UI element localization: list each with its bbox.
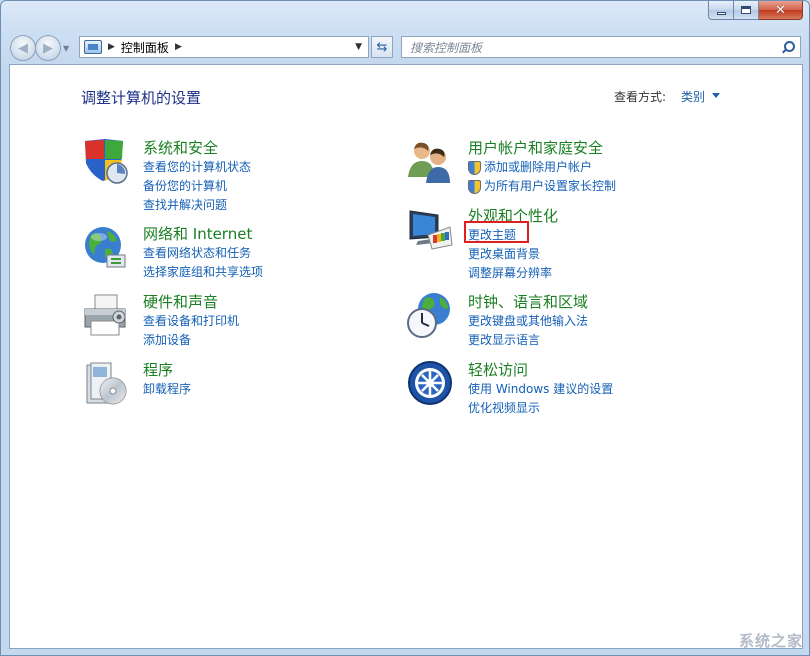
category-title[interactable]: 时钟、语言和区域 bbox=[468, 291, 588, 312]
control-panel-window: ✕ ◀ ▶ ▼ ▶ 控制面板 ▶ ▼ ⇆ 搜索控制面板 调整计算机的设置 查看方… bbox=[0, 0, 810, 656]
caption-buttons: ✕ bbox=[708, 1, 803, 20]
link-troubleshoot[interactable]: 查找并解决问题 bbox=[143, 196, 251, 215]
page-title: 调整计算机的设置 bbox=[81, 89, 202, 107]
link-change-input-method[interactable]: 更改键盘或其他输入法 bbox=[468, 312, 588, 331]
link-screen-resolution[interactable]: 调整屏幕分辨率 bbox=[468, 264, 552, 283]
link-label: 为所有用户设置家长控制 bbox=[484, 179, 617, 193]
search-box[interactable]: 搜索控制面板 bbox=[401, 36, 801, 58]
back-button[interactable]: ◀ bbox=[10, 35, 36, 61]
forward-button[interactable]: ▶ bbox=[35, 35, 61, 61]
maximize-icon bbox=[741, 6, 751, 14]
link-parental-controls[interactable]: 为所有用户设置家长控制 bbox=[468, 177, 616, 196]
link-view-computer-status[interactable]: 查看您的计算机状态 bbox=[143, 158, 251, 177]
category-title[interactable]: 系统和安全 bbox=[143, 137, 218, 158]
close-icon: ✕ bbox=[775, 2, 786, 18]
refresh-button[interactable]: ⇆ bbox=[371, 36, 393, 58]
link-label: 添加或删除用户帐户 bbox=[484, 160, 593, 174]
link-change-display-language[interactable]: 更改显示语言 bbox=[468, 331, 588, 350]
address-bar[interactable]: ▶ 控制面板 ▶ ▼ bbox=[79, 36, 369, 58]
view-by-label: 查看方式: bbox=[614, 90, 667, 104]
forward-arrow-icon: ▶ bbox=[43, 40, 53, 56]
maximize-button[interactable] bbox=[734, 1, 759, 20]
monitor-palette-icon[interactable] bbox=[406, 205, 454, 253]
link-optimize-video-display[interactable]: 优化视频显示 bbox=[468, 399, 613, 418]
link-desktop-background[interactable]: 更改桌面背景 bbox=[468, 245, 552, 264]
globe-network-icon[interactable] bbox=[81, 223, 129, 271]
clock-globe-icon[interactable] bbox=[406, 291, 454, 339]
minimize-button[interactable] bbox=[708, 1, 734, 20]
close-button[interactable]: ✕ bbox=[759, 1, 803, 20]
chevron-down-icon[interactable] bbox=[712, 93, 720, 98]
nav-buttons: ◀ ▶ ▼ bbox=[10, 35, 69, 61]
back-arrow-icon: ◀ bbox=[18, 40, 28, 56]
view-by-dropdown[interactable]: 类别 bbox=[681, 88, 705, 105]
breadcrumb-arrow-icon[interactable]: ▶ bbox=[175, 42, 182, 52]
category-title[interactable]: 程序 bbox=[143, 359, 173, 380]
users-icon[interactable] bbox=[406, 137, 454, 185]
uac-shield-icon bbox=[468, 161, 481, 175]
minimize-icon bbox=[716, 11, 726, 15]
recent-pages-dropdown-icon[interactable]: ▼ bbox=[63, 44, 69, 53]
breadcrumb-arrow-icon[interactable]: ▶ bbox=[108, 42, 115, 52]
category-title[interactable]: 轻松访问 bbox=[468, 359, 528, 380]
link-backup-computer[interactable]: 备份您的计算机 bbox=[143, 177, 251, 196]
link-network-status[interactable]: 查看网络状态和任务 bbox=[143, 244, 263, 263]
link-uninstall-program[interactable]: 卸载程序 bbox=[143, 380, 191, 399]
link-add-remove-accounts[interactable]: 添加或删除用户帐户 bbox=[468, 158, 616, 177]
breadcrumb-control-panel[interactable]: 控制面板 bbox=[121, 39, 169, 56]
main-content: 调整计算机的设置 查看方式: 类别 系统和安全 查看您的计算机状态 备份您的计算… bbox=[9, 64, 803, 649]
highlight-annotation-box bbox=[464, 221, 529, 243]
category-title[interactable]: 用户帐户和家庭安全 bbox=[468, 137, 603, 158]
ease-of-access-icon[interactable] bbox=[406, 359, 454, 407]
link-homegroup-sharing[interactable]: 选择家庭组和共享选项 bbox=[143, 263, 263, 282]
printer-icon[interactable] bbox=[81, 291, 129, 339]
address-dropdown-icon[interactable]: ▼ bbox=[355, 42, 362, 52]
search-icon[interactable] bbox=[781, 40, 795, 54]
link-add-device[interactable]: 添加设备 bbox=[143, 331, 239, 350]
link-recommended-settings[interactable]: 使用 Windows 建议的设置 bbox=[468, 380, 613, 399]
uac-shield-icon bbox=[468, 180, 481, 194]
search-input[interactable]: 搜索控制面板 bbox=[402, 39, 482, 56]
programs-disc-icon[interactable] bbox=[81, 359, 129, 407]
link-devices-printers[interactable]: 查看设备和打印机 bbox=[143, 312, 239, 331]
shield-pc-icon[interactable] bbox=[81, 137, 129, 185]
category-title[interactable]: 网络和 Internet bbox=[143, 223, 252, 244]
control-panel-icon bbox=[84, 40, 102, 54]
refresh-icon: ⇆ bbox=[376, 39, 388, 55]
category-title[interactable]: 硬件和声音 bbox=[143, 291, 218, 312]
watermark-logo: 系统之家 bbox=[738, 632, 803, 650]
